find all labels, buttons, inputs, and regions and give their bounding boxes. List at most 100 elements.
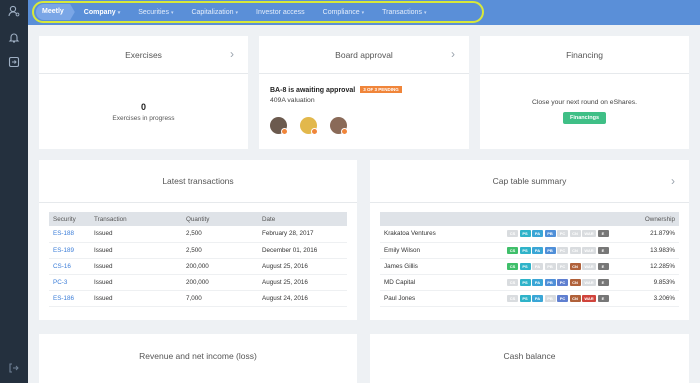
table-row[interactable]: CS-16 Issued 200,000 August 25, 2016 [49, 258, 347, 275]
nav-transactions[interactable]: Transactions ▾ [373, 9, 435, 16]
class-tag-pa: PA [532, 230, 543, 238]
table-row[interactable]: Krakatoa Ventures CS PS PA PB PC CN WAR E 21.879% [380, 226, 679, 243]
security-link[interactable]: PC-3 [49, 274, 90, 291]
class-tag-pa: PA [532, 262, 543, 270]
financings-button[interactable]: Financings [562, 112, 607, 124]
class-tag-pa: PA [532, 246, 543, 254]
table-row[interactable]: James Gillis CS PS PA PB PC CN WAR E 12.285% [380, 258, 679, 275]
quantity-cell: 200,000 [182, 274, 258, 291]
pending-status-icon [281, 128, 288, 135]
ownership-value: 21.879% [621, 226, 679, 243]
security-class-tags: CS PS PA PB PC CN WAR E [503, 274, 621, 291]
class-tag-cn: CN [569, 294, 581, 302]
class-tag-pc: PC [557, 262, 568, 270]
pending-status-icon [311, 128, 318, 135]
pending-status-icon [341, 128, 348, 135]
holder-name: MD Capital [380, 274, 503, 291]
table-row[interactable]: ES-188 Issued 2,500 February 28, 2017 [49, 226, 347, 243]
column-header[interactable]: Quantity [182, 212, 258, 226]
class-tag-pb: PB [544, 278, 556, 286]
board-approval-card[interactable]: Board approval › BA-8 is awaiting approv… [259, 36, 469, 149]
class-tag-pb: PB [544, 262, 556, 270]
transaction-cell: Issued [90, 274, 182, 291]
class-tag-pb: PB [544, 246, 556, 254]
column-header[interactable]: Security [49, 212, 90, 226]
class-tag-pc: PC [557, 230, 568, 238]
exercises-card[interactable]: Exercises › 0 Exercises in progress [39, 36, 248, 149]
column-header-ownership[interactable]: Ownership [621, 212, 679, 226]
table-row[interactable]: MD Capital CS PS PA PB PC CN WAR E 9.853% [380, 274, 679, 291]
chevron-right-icon[interactable]: › [230, 48, 234, 60]
chevron-right-icon[interactable]: › [671, 175, 675, 187]
class-tag-war: WAR [582, 230, 596, 238]
class-tag-ps: PS [519, 262, 531, 270]
nav-capitalization-label: Capitalization [191, 8, 234, 16]
class-tag-e: E [597, 262, 609, 270]
class-tag-cn: CN [569, 246, 581, 254]
ownership-value: 9.853% [621, 274, 679, 291]
cap-table: Ownership Krakatoa Ventures CS PS PA PB PC CN W… [380, 212, 679, 307]
transaction-cell: Issued [90, 258, 182, 275]
nav-securities-label: Securities [138, 8, 169, 16]
board-approval-title: Board approval [335, 49, 393, 60]
sidebar-rail [0, 0, 28, 383]
quantity-cell: 200,000 [182, 258, 258, 275]
date-cell: February 28, 2017 [258, 226, 347, 243]
nav-transactions-label: Transactions [382, 8, 422, 16]
logout-icon[interactable] [8, 362, 20, 374]
class-tag-cs: CS [507, 230, 518, 238]
brand-crumb[interactable]: Meetly [36, 4, 75, 20]
quantity-cell: 7,000 [182, 290, 258, 307]
class-tag-e: E [597, 246, 609, 254]
cap-table-card[interactable]: Cap table summary › Ownership Krakatoa V… [370, 160, 689, 320]
nav-investor-access-label: Investor access [256, 8, 305, 16]
security-class-tags: CS PS PA PB PC CN WAR E [503, 258, 621, 275]
cash-balance-card: Cash balance [370, 334, 689, 383]
cash-balance-header: Cash balance [370, 334, 689, 377]
class-tag-war: WAR [582, 246, 596, 254]
class-tag-war: WAR [582, 262, 596, 270]
column-header[interactable]: Date [258, 212, 347, 226]
class-tag-ps: PS [519, 246, 531, 254]
approval-item-title: BA-8 is awaiting approval [270, 87, 356, 94]
ownership-value: 3.206% [621, 290, 679, 307]
holder-name: Paul Jones [380, 290, 503, 307]
class-tag-pa: PA [532, 294, 543, 302]
security-link[interactable]: ES-188 [49, 226, 90, 243]
class-tag-cn: CN [569, 262, 581, 270]
ownership-value: 13.983% [621, 242, 679, 259]
security-link[interactable]: ES-186 [49, 290, 90, 307]
class-tag-cs: CS [507, 246, 518, 254]
class-tag-cs: CS [507, 294, 518, 302]
chevron-right-icon[interactable]: › [451, 48, 455, 60]
financing-card: Financing Close your next round on eShar… [480, 36, 689, 149]
table-row[interactable]: Paul Jones CS PS PA PB PC CN WAR E 3.206% [380, 290, 679, 307]
bell-icon[interactable] [8, 31, 20, 43]
exercises-caption: Exercises in progress [112, 114, 175, 122]
nav-capitalization[interactable]: Capitalization ▾ [182, 9, 247, 16]
approval-item[interactable]: BA-8 is awaiting approval 3 OF 3 PENDING [270, 86, 402, 94]
table-row[interactable]: ES-186 Issued 7,000 August 24, 2016 [49, 290, 347, 307]
exit-icon[interactable] [8, 56, 20, 68]
nav-compliance[interactable]: Compliance ▾ [314, 9, 373, 16]
column-header[interactable]: Transaction [90, 212, 182, 226]
holder-name: James Gillis [380, 258, 503, 275]
quantity-cell: 2,500 [182, 226, 258, 243]
exercises-header: Exercises › [39, 36, 248, 74]
security-link[interactable]: ES-189 [49, 242, 90, 259]
cap-table-header: Cap table summary › [370, 160, 689, 203]
chevron-down-icon: ▾ [423, 9, 427, 16]
nav-investor-access[interactable]: Investor access [247, 9, 314, 16]
exercises-body: 0 Exercises in progress [39, 74, 248, 149]
class-tag-ps: PS [519, 294, 531, 302]
nav-securities[interactable]: Securities ▾ [129, 9, 182, 16]
nav-company[interactable]: Company ▾ [75, 9, 129, 16]
chevron-down-icon: ▾ [361, 9, 365, 16]
table-row[interactable]: PC-3 Issued 200,000 August 25, 2016 [49, 274, 347, 291]
table-row[interactable]: ES-189 Issued 2,500 December 01, 2016 [49, 242, 347, 259]
table-row[interactable]: Emily Wilson CS PS PA PB PC CN WAR E 13.983% [380, 242, 679, 259]
class-tag-pa: PA [532, 278, 543, 286]
security-link[interactable]: CS-16 [49, 258, 90, 275]
user-search-icon[interactable] [8, 5, 20, 17]
latest-transactions-card: Latest transactions Security Transaction… [39, 160, 357, 320]
